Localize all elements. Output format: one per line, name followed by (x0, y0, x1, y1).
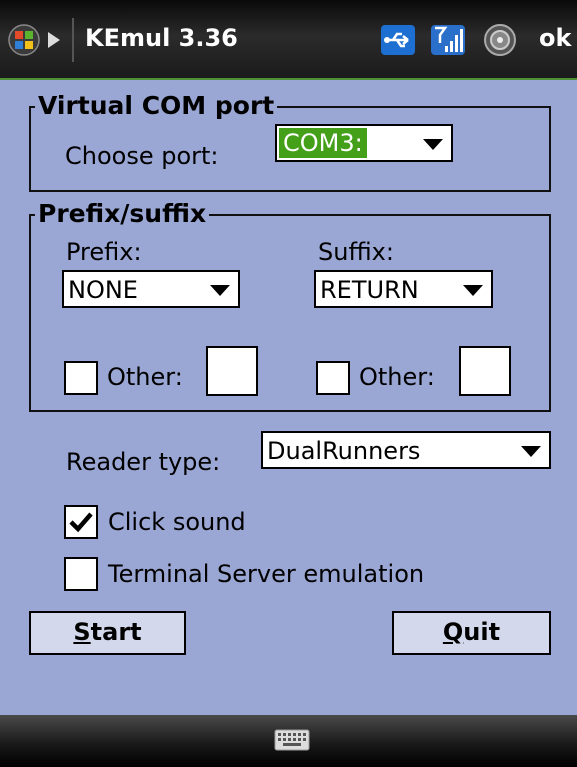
prefix-other-input[interactable] (206, 346, 258, 396)
keyboard-icon[interactable] (274, 727, 310, 753)
suffix-other-label: Other: (359, 363, 435, 391)
click-sound-checkbox[interactable] (64, 505, 98, 539)
prefix-other-checkbox[interactable] (64, 361, 98, 395)
quit-button[interactable]: Quit (392, 611, 551, 655)
start-accelerator: S (73, 618, 91, 646)
reader-type-label: Reader type: (66, 448, 221, 476)
prefix-select[interactable]: NONE (62, 270, 240, 308)
usb-icon[interactable] (380, 22, 416, 58)
main-panel: Virtual COM port Choose port: COM3: Pref… (0, 80, 577, 715)
reader-type-value: DualRunners (267, 437, 421, 465)
suffix-select[interactable]: RETURN (314, 270, 493, 308)
checkmark-icon (69, 512, 93, 533)
port-select[interactable]: COM3: (275, 124, 453, 162)
prefix-suffix-legend: Prefix/suffix (35, 200, 210, 228)
windows-start-icon[interactable] (8, 22, 68, 58)
suffix-label: Suffix: (318, 238, 394, 266)
terminal-server-label: Terminal Server emulation (108, 560, 425, 588)
quit-accelerator: Q (442, 618, 464, 646)
suffix-select-value: RETURN (320, 276, 419, 304)
prefix-label: Prefix: (66, 238, 142, 266)
app-title: KEmul 3.36 (85, 24, 238, 52)
chevron-down-icon (521, 446, 541, 457)
suffix-other-checkbox[interactable] (316, 361, 350, 395)
bottom-bar (0, 715, 577, 767)
sound-icon[interactable] (482, 22, 518, 58)
title-separator (72, 18, 74, 62)
quit-label: uit (463, 618, 501, 646)
start-button[interactable]: Start (29, 611, 186, 655)
chevron-down-icon (210, 285, 230, 296)
ok-button[interactable]: ok (539, 24, 571, 52)
chevron-down-icon (423, 139, 443, 150)
start-label: tart (90, 618, 142, 646)
reader-type-select[interactable]: DualRunners (261, 431, 551, 469)
click-sound-label: Click sound (108, 508, 246, 536)
port-select-value: COM3: (279, 128, 367, 158)
prefix-select-value: NONE (68, 276, 138, 304)
com-port-legend: Virtual COM port (35, 92, 278, 120)
prefix-other-label: Other: (107, 363, 183, 391)
signal-icon[interactable] (430, 22, 466, 58)
chevron-down-icon (463, 285, 483, 296)
suffix-other-input[interactable] (459, 346, 511, 396)
title-bar: KEmul 3.36 ok (0, 0, 577, 80)
choose-port-label: Choose port: (65, 142, 219, 170)
terminal-server-checkbox[interactable] (64, 557, 98, 591)
